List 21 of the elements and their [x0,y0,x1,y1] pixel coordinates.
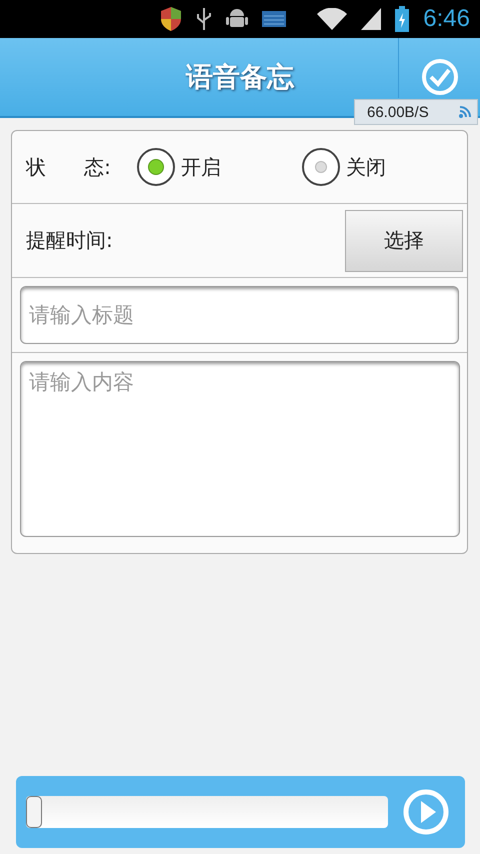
wifi-icon [317,8,348,30]
network-speed: 66.00B/S [367,104,430,120]
clock-time: 6:46 [423,5,470,33]
signal-icon [361,8,382,30]
content-field[interactable]: 请输入内容 [20,361,460,537]
title-field[interactable]: 请输入标题 [20,286,459,344]
progress-slider[interactable] [26,796,388,828]
radio-option[interactable]: 关闭 [302,148,467,186]
check-circle-icon [420,58,458,96]
radio-option[interactable]: 开启 [137,148,302,186]
choose-button[interactable]: 选择 [345,210,463,272]
card-icon [262,11,286,27]
usb-icon [196,7,212,31]
shield-icon [160,6,182,32]
play-button[interactable] [402,788,450,836]
slider-handle[interactable] [26,796,42,828]
screen-title: 语音备忘 [184,61,296,95]
reminder-time-label: 提醒时间: [26,227,113,254]
feed-icon [459,106,471,118]
status-label: 状 态: [26,154,112,180]
battery-icon [395,6,410,32]
